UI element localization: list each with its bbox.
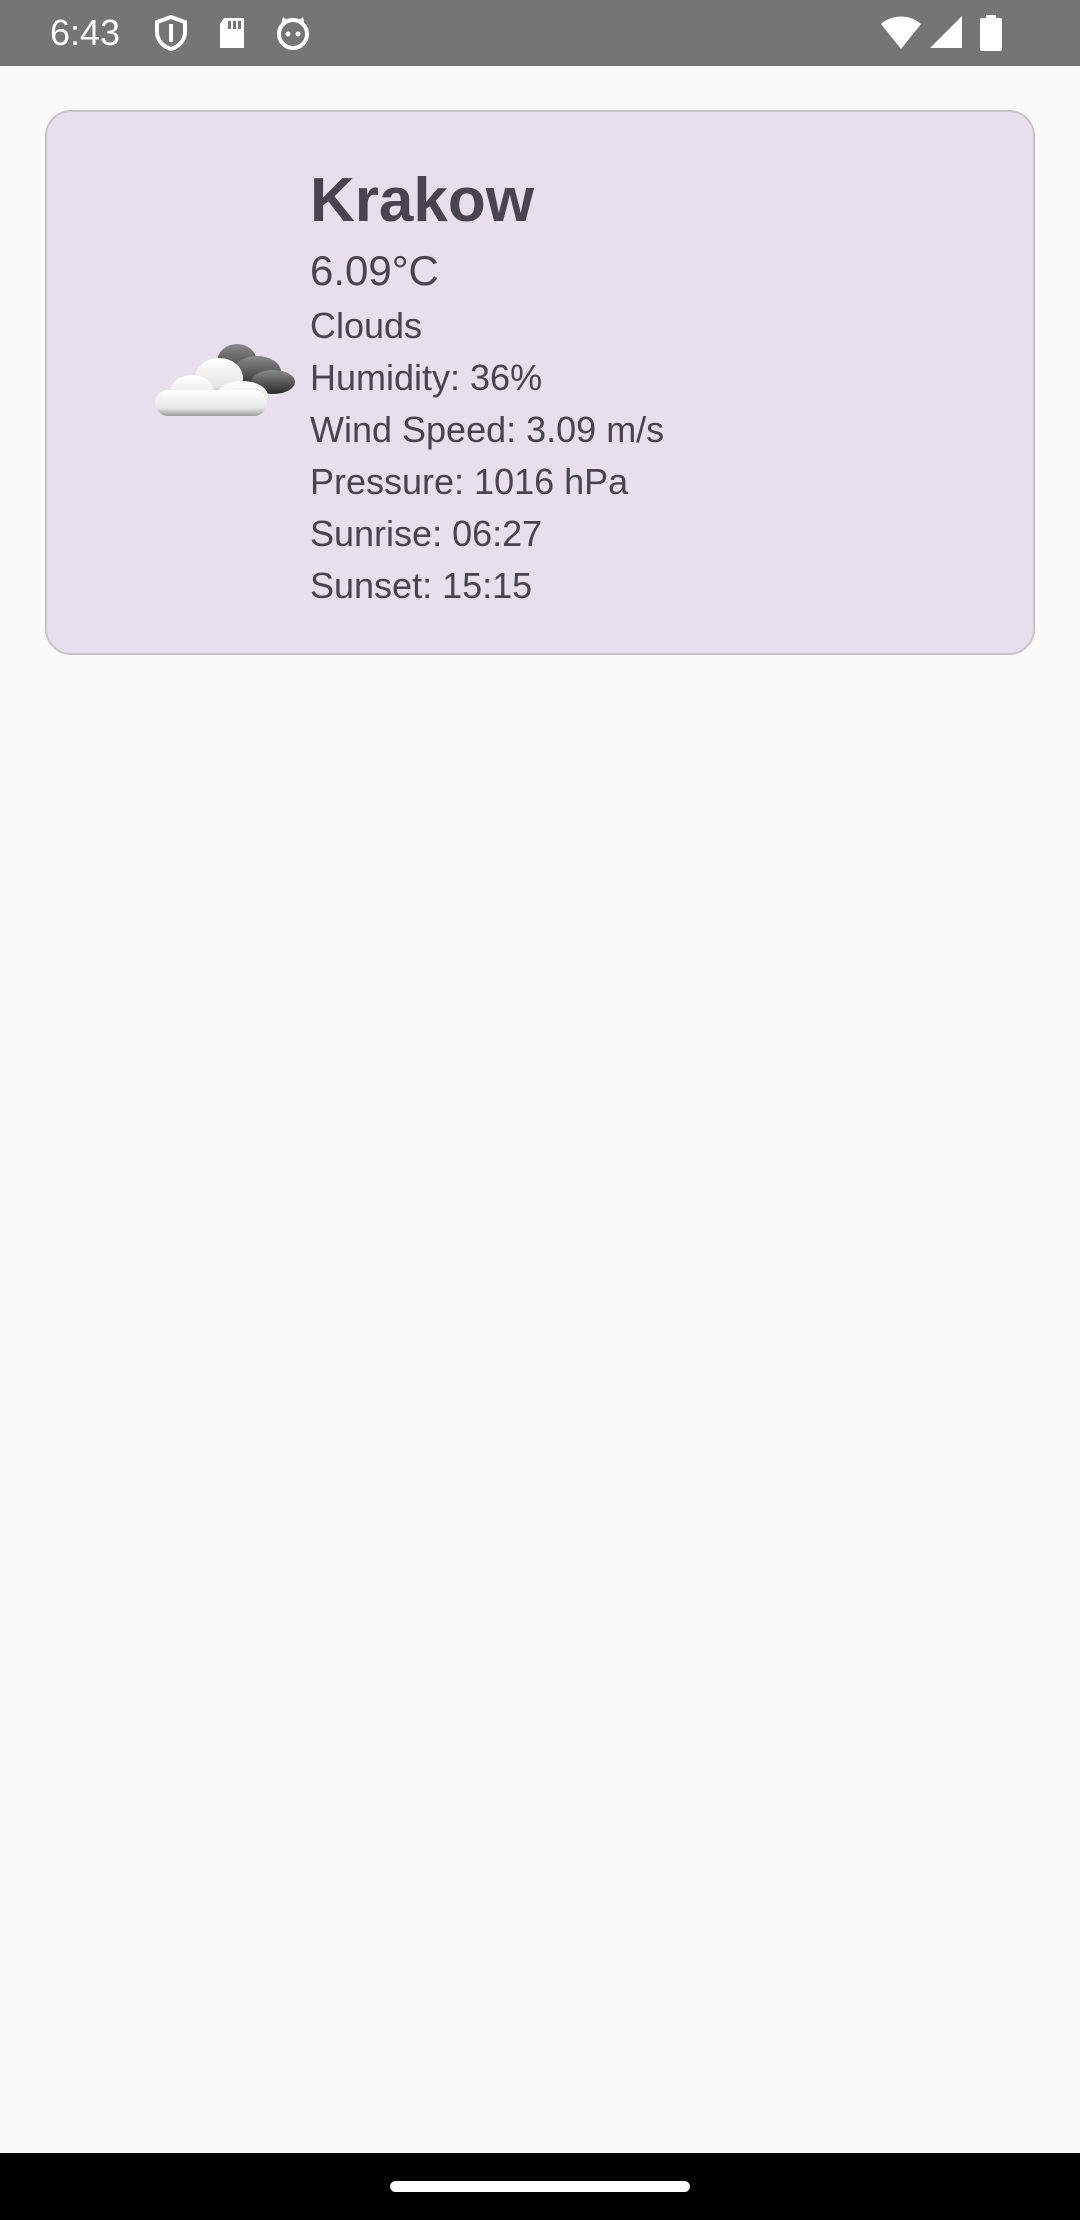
city-name: Krakow	[310, 166, 534, 235]
home-gesture-handle[interactable]	[390, 2181, 690, 2192]
humidity: Humidity: 36%	[310, 357, 543, 398]
sd-card-icon	[220, 18, 244, 48]
app-screen: 6:43 Krakow 6.09°C Clouds Humidity: 36% …	[0, 0, 1080, 2220]
status-time: 6:43	[50, 12, 121, 53]
wind-speed: Wind Speed: 3.09 m/s	[310, 409, 665, 450]
weather-card[interactable]: Krakow 6.09°C Clouds Humidity: 36% Wind …	[45, 110, 1035, 655]
clouds-icon	[155, 344, 295, 416]
pressure: Pressure: 1016 hPa	[310, 461, 629, 502]
temperature: 6.09°C	[310, 247, 439, 294]
sunset: Sunset: 15:15	[310, 565, 533, 606]
weather-condition: Clouds	[310, 305, 423, 346]
weather-details: Krakow 6.09°C Clouds Humidity: 36% Wind …	[310, 162, 1010, 612]
status-bar: 6:43	[0, 0, 1080, 66]
cell-signal-icon	[930, 16, 962, 48]
battery-icon	[980, 15, 1002, 51]
shield-icon	[155, 14, 187, 52]
cat-face-icon	[277, 17, 309, 50]
wifi-icon	[881, 16, 921, 49]
navigation-bar	[0, 2153, 1080, 2220]
sunrise: Sunrise: 06:27	[310, 513, 543, 554]
